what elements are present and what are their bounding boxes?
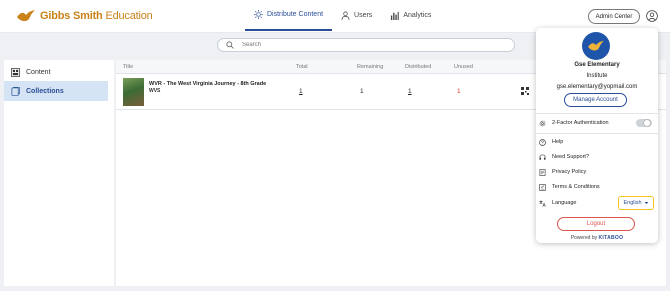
nav-label: Users: [354, 12, 373, 19]
profile-dropdown: Gse Elementary Institute gse.elementary@…: [536, 28, 658, 243]
book-cover-thumbnail: [123, 78, 144, 106]
divider: [536, 113, 658, 114]
translate-icon: [539, 199, 546, 207]
menu-item-support[interactable]: Need Support?: [539, 151, 655, 163]
language-select[interactable]: English: [618, 196, 654, 210]
powered-by: Powered by KITABOO: [570, 235, 624, 241]
document-icon: [539, 168, 546, 176]
toggle-knob: [643, 119, 651, 127]
sidebar-item-label: Content: [26, 68, 51, 76]
help-circle-icon: [539, 138, 546, 146]
sidebar-item-label: Collections: [26, 87, 64, 95]
menu-item-help[interactable]: Help: [539, 136, 655, 148]
user-email: gse.elementary@yopmail.com: [556, 84, 638, 90]
gear-icon: [539, 120, 546, 126]
caret-down-icon: [644, 202, 649, 204]
sidebar-item-content[interactable]: Content: [4, 62, 108, 82]
admin-center-button[interactable]: Admin Center: [588, 9, 640, 24]
avatar: [582, 32, 610, 60]
unused-count: 1: [457, 88, 461, 95]
menu-item-label: Help: [552, 139, 564, 145]
org-name: Gse Elementary: [574, 62, 620, 68]
grid-icon: [11, 67, 20, 77]
qr-code-icon[interactable]: [521, 87, 529, 95]
folder-icon: [11, 86, 20, 96]
bird-logo-icon: [17, 10, 35, 22]
language-value: English: [623, 200, 642, 206]
search-input[interactable]: [242, 42, 442, 48]
two-factor-toggle[interactable]: [636, 119, 652, 127]
nav-users[interactable]: Users: [332, 0, 381, 31]
nav-analytics[interactable]: Analytics: [381, 0, 440, 31]
divider: [536, 133, 658, 134]
brand-logo[interactable]: Gibbs Smith Education: [16, 8, 153, 24]
sun-icon: [254, 10, 263, 19]
column-total: Total: [296, 64, 308, 70]
two-factor-label: 2-Factor Authentication: [552, 120, 609, 126]
nav-label: Distribute Content: [267, 11, 324, 18]
main-nav: Distribute Content Users Analytics: [245, 0, 440, 33]
column-distributed: Distributed: [405, 64, 432, 70]
brand-name: Gibbs Smith Education: [40, 10, 153, 22]
sidebar-item-collections[interactable]: Collections: [4, 81, 108, 101]
language-label: Language: [552, 200, 577, 206]
menu-item-terms[interactable]: Terms & Conditions: [539, 181, 655, 193]
sidebar: Content Collections: [4, 60, 114, 286]
column-remaining: Remaining: [357, 64, 384, 70]
kitaboo-brand: KITABOO: [598, 235, 624, 241]
headset-icon: [539, 154, 546, 160]
terms-icon: [539, 183, 546, 191]
menu-item-label: Need Support?: [552, 154, 589, 160]
book-code: WVS: [149, 88, 161, 94]
nav-label: Analytics: [403, 12, 432, 19]
manage-account-button[interactable]: Manage Account: [564, 93, 627, 107]
book-title: WVR - The West Virginia Journey - 8th Gr…: [149, 81, 267, 87]
menu-item-privacy[interactable]: Privacy Policy: [539, 166, 655, 178]
distributed-count-link[interactable]: 1: [408, 88, 412, 95]
org-role: Institute: [586, 73, 608, 79]
column-unused: Unused: [454, 64, 473, 70]
user-icon: [341, 11, 350, 20]
user-circle-icon[interactable]: [646, 10, 658, 22]
remaining-count: 1: [360, 88, 364, 95]
search-bar[interactable]: [217, 38, 515, 52]
column-title: Title: [123, 64, 134, 70]
search-icon: [226, 41, 234, 49]
menu-item-label: Privacy Policy: [552, 169, 587, 175]
menu-item-label: Terms & Conditions: [552, 184, 600, 190]
bar-chart-icon: [391, 11, 400, 20]
logout-button[interactable]: Logout: [557, 217, 635, 231]
total-count-link[interactable]: 1: [299, 88, 303, 95]
bird-logo-icon: [588, 40, 604, 51]
nav-distribute-content[interactable]: Distribute Content: [245, 0, 333, 31]
